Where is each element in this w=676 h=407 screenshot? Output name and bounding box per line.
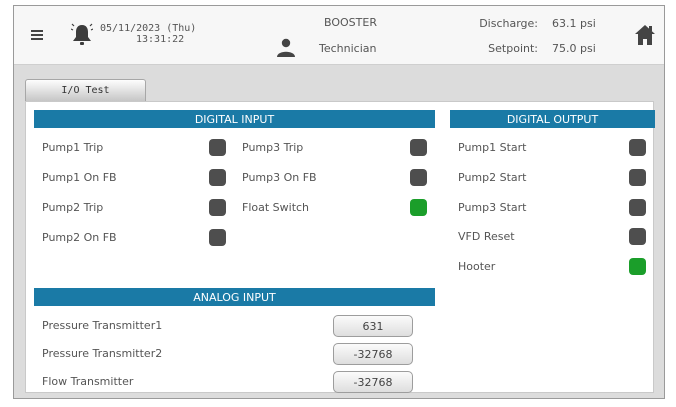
do-label: Pump2 Start	[458, 171, 527, 184]
di-label: Pump2 On FB	[42, 231, 117, 244]
setpoint-label: Setpoint:	[488, 42, 538, 55]
di-label: Pump3 Trip	[242, 141, 304, 154]
do-status-led[interactable]	[629, 228, 646, 245]
io-test-panel: DIGITAL INPUT Pump1 Trip Pump1 On FB Pum…	[25, 101, 655, 393]
do-label: Pump3 Start	[458, 201, 527, 214]
di-status-led	[410, 199, 427, 216]
tab-io-test[interactable]: I/O Test	[25, 79, 146, 101]
menu-icon[interactable]	[31, 30, 43, 40]
digital-input-header: DIGITAL INPUT	[34, 110, 435, 128]
di-label: Pump1 On FB	[42, 171, 117, 184]
user-role: Technician	[319, 42, 377, 55]
di-label: Pump3 On FB	[242, 171, 317, 184]
discharge-value: 63.1 psi	[552, 17, 596, 30]
di-label: Pump1 Trip	[42, 141, 104, 154]
do-label: Hooter	[458, 260, 496, 273]
do-status-led[interactable]	[629, 139, 646, 156]
digital-output-header: DIGITAL OUTPUT	[450, 110, 655, 128]
discharge-label: Discharge:	[479, 17, 538, 30]
time-text: 13:31:22	[136, 34, 185, 45]
ai-label: Pressure Transmitter2	[42, 347, 163, 360]
do-status-led[interactable]	[629, 169, 646, 186]
date-text: 05/11/2023 (Thu)	[100, 23, 197, 34]
alarm-bell-icon[interactable]	[71, 22, 93, 46]
do-label: Pump1 Start	[458, 141, 527, 154]
ai-value-field: -32768	[333, 371, 413, 393]
do-label: VFD Reset	[458, 230, 515, 243]
di-status-led	[209, 139, 226, 156]
di-label: Pump2 Trip	[42, 201, 104, 214]
di-status-led	[410, 139, 427, 156]
di-status-led	[209, 199, 226, 216]
header-bar: 05/11/2023 (Thu) 13:31:22 BOOSTER Techni…	[14, 6, 664, 65]
ai-label: Pressure Transmitter1	[42, 319, 163, 332]
user-icon	[277, 38, 295, 57]
di-status-led	[209, 169, 226, 186]
station-name: BOOSTER	[324, 16, 377, 29]
ai-label: Flow Transmitter	[42, 375, 134, 388]
di-label: Float Switch	[242, 201, 310, 214]
ai-value-field: 631	[333, 315, 413, 337]
di-status-led	[410, 169, 427, 186]
ai-value-field: -32768	[333, 343, 413, 365]
home-icon[interactable]	[634, 24, 656, 46]
analog-input-header: ANALOG INPUT	[34, 288, 435, 306]
setpoint-value: 75.0 psi	[552, 42, 596, 55]
do-status-led[interactable]	[629, 199, 646, 216]
datetime: 05/11/2023 (Thu) 13:31:22	[100, 23, 196, 45]
hmi-screen: 05/11/2023 (Thu) 13:31:22 BOOSTER Techni…	[13, 5, 665, 399]
do-status-led[interactable]	[629, 258, 646, 275]
di-status-led	[209, 229, 226, 246]
